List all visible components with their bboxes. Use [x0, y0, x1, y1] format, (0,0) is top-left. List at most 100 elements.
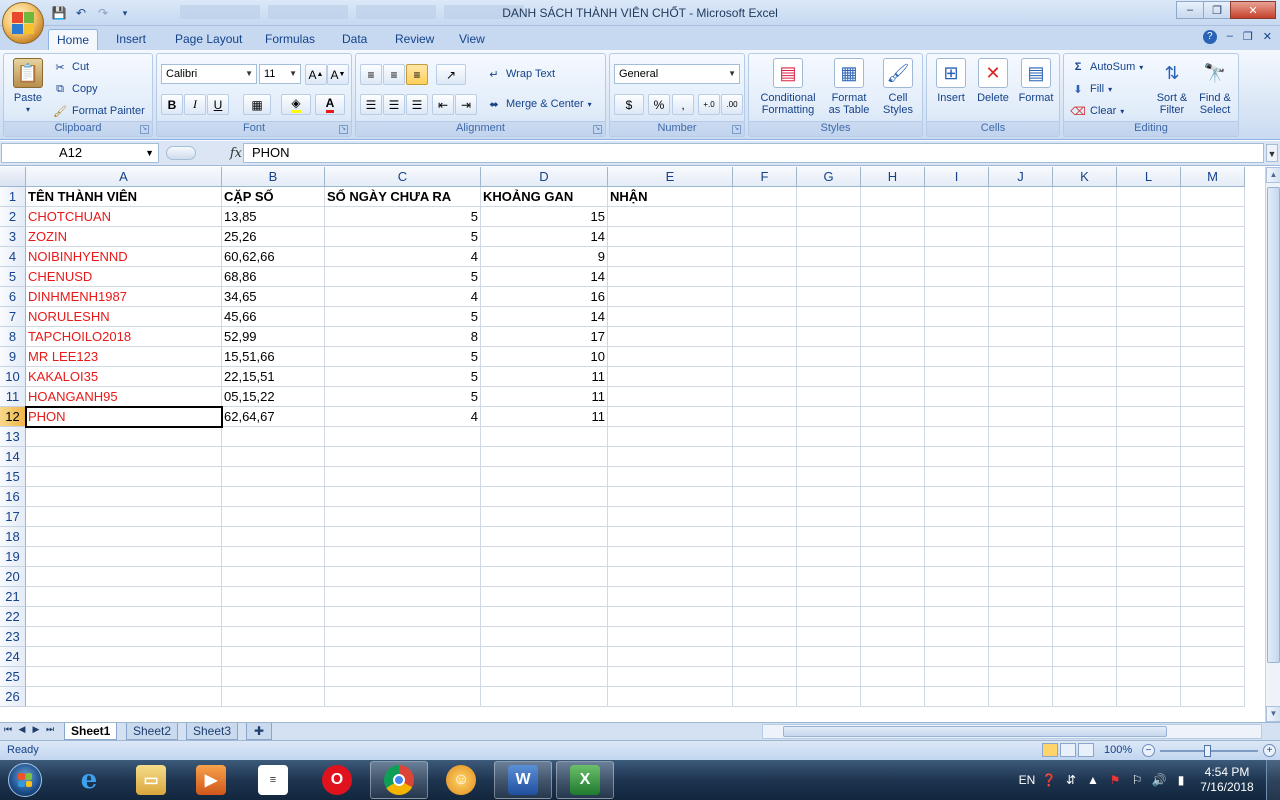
cell[interactable] — [925, 247, 989, 267]
cell[interactable] — [797, 227, 861, 247]
cell[interactable] — [733, 267, 797, 287]
cell[interactable] — [989, 427, 1053, 447]
days-cell[interactable]: 4 — [325, 247, 481, 267]
member-name-cell[interactable]: ZOZIN — [26, 227, 222, 247]
column-header[interactable]: E — [608, 167, 733, 187]
cell[interactable] — [797, 627, 861, 647]
cell[interactable] — [989, 487, 1053, 507]
cell[interactable] — [797, 467, 861, 487]
conditional-formatting-button[interactable]: ▤ Conditional Formatting — [753, 58, 823, 116]
column-header[interactable]: K — [1053, 167, 1117, 187]
cell[interactable] — [1117, 627, 1181, 647]
cell[interactable] — [861, 587, 925, 607]
cell[interactable] — [797, 387, 861, 407]
cell[interactable] — [325, 547, 481, 567]
cell[interactable] — [733, 667, 797, 687]
cell[interactable] — [925, 447, 989, 467]
clipboard-launcher-icon[interactable]: ↘ — [140, 125, 149, 134]
restore-button[interactable]: ❐ — [1203, 1, 1231, 19]
gan-cell[interactable]: 14 — [481, 267, 608, 287]
cell[interactable] — [1117, 447, 1181, 467]
antivirus-icon[interactable]: ⚑ — [1104, 773, 1126, 787]
cell[interactable] — [797, 267, 861, 287]
cell[interactable] — [733, 467, 797, 487]
cell[interactable] — [861, 407, 925, 427]
member-name-cell[interactable]: DINHMENH1987 — [26, 287, 222, 307]
cell[interactable] — [26, 687, 222, 707]
cell[interactable] — [481, 667, 608, 687]
cell[interactable] — [861, 647, 925, 667]
merge-center-button[interactable]: ⬌ Merge & Center ▾ — [486, 96, 591, 112]
help-icon[interactable]: ? — [1202, 30, 1217, 44]
row-header[interactable]: 4 — [0, 247, 26, 267]
orientation-icon[interactable]: ↗ — [436, 64, 466, 85]
cell[interactable] — [989, 647, 1053, 667]
cell[interactable] — [733, 607, 797, 627]
cell[interactable] — [733, 527, 797, 547]
cell[interactable] — [989, 667, 1053, 687]
cell[interactable] — [1117, 367, 1181, 387]
name-box[interactable]: A12 ▼ — [1, 143, 159, 163]
taskbar-excel[interactable]: X — [556, 761, 614, 799]
cell[interactable] — [797, 547, 861, 567]
cell[interactable] — [222, 547, 325, 567]
taskbar-word[interactable]: W — [494, 761, 552, 799]
cell[interactable] — [608, 467, 733, 487]
row-header[interactable]: 13 — [0, 427, 26, 447]
cell[interactable] — [797, 307, 861, 327]
cell[interactable] — [797, 647, 861, 667]
member-name-cell[interactable]: NOIBINHYENND — [26, 247, 222, 267]
gan-cell[interactable]: 15 — [481, 207, 608, 227]
taskbar-unikey[interactable]: ☺ — [432, 761, 490, 799]
cell[interactable] — [222, 647, 325, 667]
cell[interactable] — [608, 587, 733, 607]
cell[interactable] — [608, 487, 733, 507]
tab-insert[interactable]: Insert — [108, 29, 154, 50]
cell[interactable] — [989, 387, 1053, 407]
cell[interactable] — [325, 527, 481, 547]
cell[interactable] — [222, 427, 325, 447]
cell[interactable] — [1053, 607, 1117, 627]
cell[interactable] — [1117, 247, 1181, 267]
cell[interactable] — [26, 507, 222, 527]
scroll-up-icon[interactable]: ▲ — [1266, 167, 1280, 183]
cell[interactable] — [1053, 387, 1117, 407]
cell[interactable] — [1181, 527, 1245, 547]
cell[interactable] — [1053, 467, 1117, 487]
column-header[interactable]: F — [733, 167, 797, 187]
cell[interactable] — [861, 547, 925, 567]
cell[interactable] — [989, 447, 1053, 467]
copy-button[interactable]: ⧉ Copy — [52, 81, 98, 97]
cell[interactable] — [325, 467, 481, 487]
cell[interactable] — [925, 667, 989, 687]
volume-icon[interactable]: 🔊 — [1148, 773, 1170, 787]
cell[interactable] — [26, 587, 222, 607]
cell[interactable] — [1181, 327, 1245, 347]
cell[interactable] — [925, 527, 989, 547]
gan-cell[interactable]: 16 — [481, 287, 608, 307]
column-header[interactable]: J — [989, 167, 1053, 187]
cell[interactable] — [861, 627, 925, 647]
cell[interactable] — [1181, 507, 1245, 527]
cell[interactable] — [733, 427, 797, 447]
number-pair-cell[interactable]: 34,65 — [222, 287, 325, 307]
cell[interactable] — [861, 467, 925, 487]
row-header[interactable]: 8 — [0, 327, 26, 347]
number-pair-cell[interactable]: 62,64,67 — [222, 407, 325, 427]
cell[interactable] — [26, 647, 222, 667]
cell[interactable] — [989, 347, 1053, 367]
gan-cell[interactable]: 10 — [481, 347, 608, 367]
cell[interactable] — [325, 687, 481, 707]
taskbar-opera[interactable]: O — [308, 761, 366, 799]
cell[interactable] — [1181, 547, 1245, 567]
row-header[interactable]: 11 — [0, 387, 26, 407]
row-header[interactable]: 15 — [0, 467, 26, 487]
cell[interactable] — [608, 247, 733, 267]
cell[interactable] — [26, 467, 222, 487]
tab-formulas[interactable]: Formulas — [257, 29, 323, 50]
cell[interactable] — [1053, 687, 1117, 707]
cell[interactable] — [733, 447, 797, 467]
column-header[interactable]: C — [325, 167, 481, 187]
cell[interactable] — [1053, 327, 1117, 347]
increase-decimal-icon[interactable]: +.0 — [698, 94, 720, 115]
